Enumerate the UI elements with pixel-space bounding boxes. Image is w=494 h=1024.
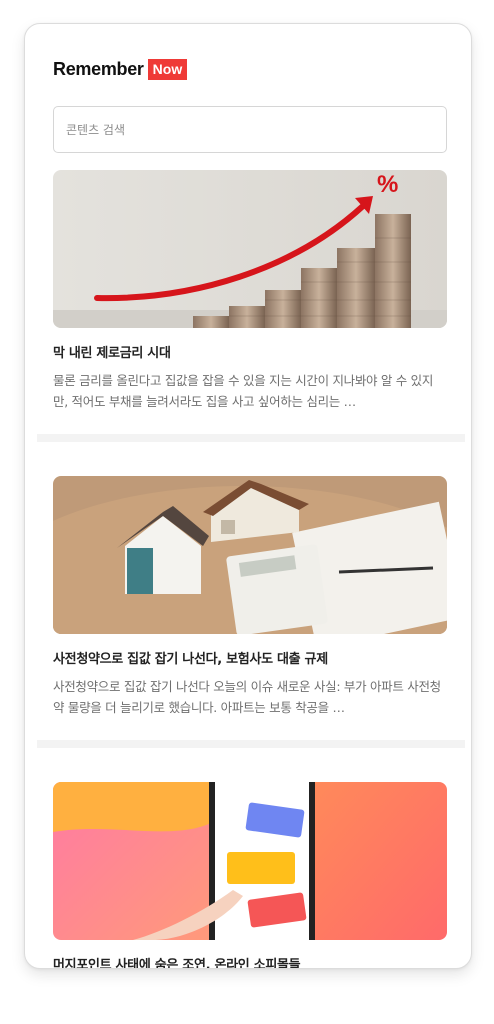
- section-divider: [37, 740, 465, 748]
- article-title[interactable]: 사전청약으로 집값 잡기 나선다, 보험사도 대출 규제: [53, 648, 447, 667]
- article-summary: 물론 금리를 올린다고 집값을 잡을 수 있을 지는 시간이 지나봐야 알 수 …: [53, 373, 434, 409]
- house-models-calculator-image[interactable]: [53, 476, 447, 634]
- brand-logo[interactable]: Remember: [53, 59, 144, 80]
- article-card[interactable]: % 막 내린 제로금리 시대 물론 금리를 올린다고 집값을 잡을 수 있을 지…: [53, 170, 447, 412]
- article-card[interactable]: 사전청약으로 집값 잡기 나선다, 보험사도 대출 규제 사전청약으로 집값 잡…: [53, 476, 447, 718]
- article-title[interactable]: 막 내린 제로금리 시대: [53, 342, 447, 361]
- article-card[interactable]: 머지포인트 사태에 숨은 조연, 온라인 소피몰들: [53, 782, 447, 968]
- section-divider: [37, 434, 465, 442]
- article-title[interactable]: 머지포인트 사태에 숨은 조연, 온라인 소피몰들: [53, 954, 447, 968]
- brand-badge: Now: [147, 58, 188, 80]
- svg-text:%: %: [377, 171, 398, 198]
- finger-cards-phone-image[interactable]: [53, 782, 447, 940]
- app-screen: Remember Now 콘텐츠 검색 % 막 내린 제로금리 시대 물론 금리…: [24, 23, 472, 969]
- article-summary: 사전청약으로 집값 잡기 나선다 오늘의 이슈 새로운 사실: 부가 아파트 사…: [53, 679, 441, 715]
- app-header: Remember Now: [53, 58, 188, 80]
- search-input[interactable]: [53, 106, 447, 153]
- rising-coins-percent-image[interactable]: %: [53, 170, 447, 328]
